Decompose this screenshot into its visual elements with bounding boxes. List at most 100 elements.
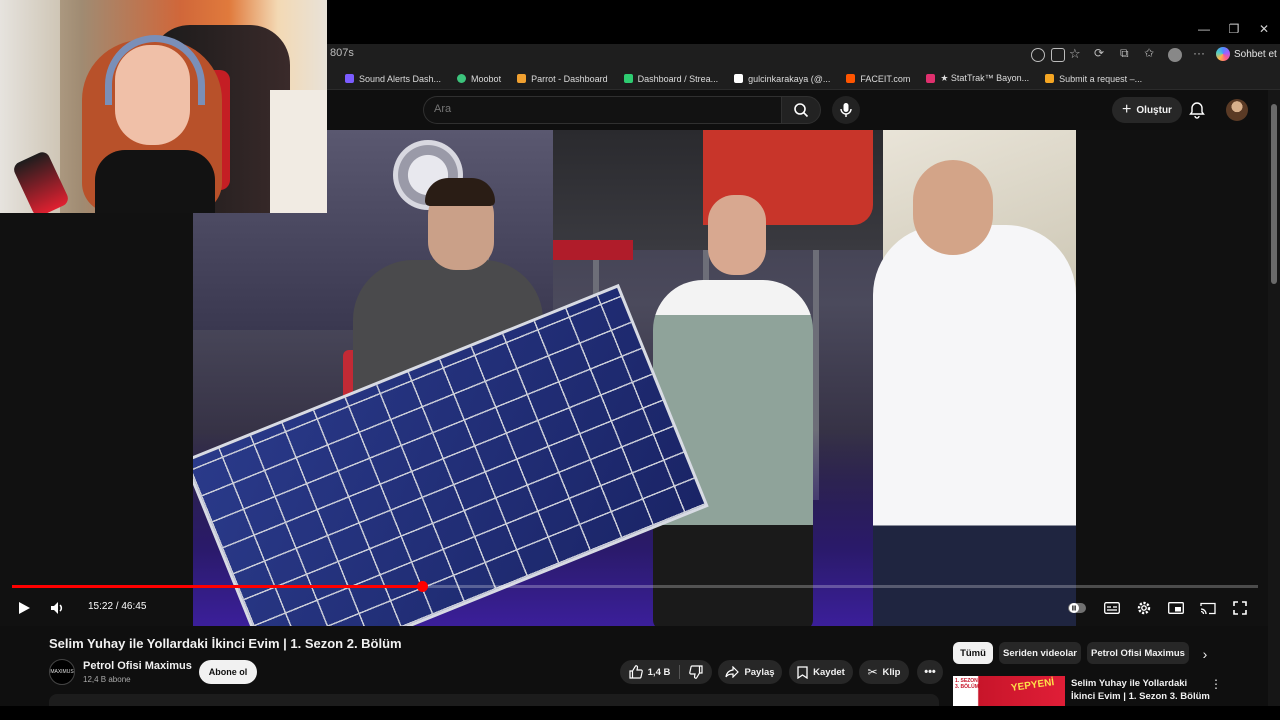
bookmark-icon <box>797 665 808 679</box>
subscribe-button[interactable]: Abone ol <box>199 660 257 684</box>
channel-avatar[interactable]: MAXIMUS <box>49 659 75 685</box>
star-icon[interactable]: ☆ <box>1069 46 1081 62</box>
chip-channel[interactable]: Petrol Ofisi Maximus <box>1087 642 1189 664</box>
dislike-button[interactable] <box>689 665 703 679</box>
autoplay-toggle[interactable] <box>1066 597 1088 619</box>
bookmark-label: gulcinkarakaya (@... <box>748 73 831 84</box>
progress-scrubber[interactable] <box>417 581 428 592</box>
address-bar[interactable] <box>327 44 1280 68</box>
bookmark-label: Submit a request –... <box>1059 73 1143 84</box>
autoplay-icon <box>1068 603 1086 613</box>
streamer-shirt <box>95 150 215 213</box>
volume-icon <box>51 602 63 614</box>
cast-button[interactable] <box>1197 597 1219 619</box>
account-avatar[interactable] <box>1226 99 1248 121</box>
more-actions-button[interactable]: ••• <box>917 660 943 684</box>
chip-series-videos[interactable]: Seriden videolar <box>999 642 1081 664</box>
notifications-bell-icon[interactable] <box>1188 101 1206 119</box>
bookmark-item[interactable]: FACEIT.com <box>846 74 910 84</box>
webcam-overlay <box>0 0 327 213</box>
recommendation-title[interactable]: Selim Yuhay ile Yollardaki İkinci Evim |… <box>1071 677 1211 703</box>
close-icon[interactable]: ✕ <box>1255 20 1273 38</box>
bookmark-favicon-icon <box>1045 74 1055 83</box>
channel-avatar-text: MAXIMUS <box>50 669 74 675</box>
copilot-icon <box>1216 47 1230 61</box>
like-dislike-group: 1,4 B <box>620 660 712 684</box>
favorites-icon[interactable]: ✩ <box>1144 46 1154 60</box>
bookmark-item[interactable]: gulcinkarakaya (@... <box>734 74 830 84</box>
clip-button[interactable]: ✂ Klip <box>859 660 909 684</box>
extensions-icon[interactable]: ⟳ <box>1094 46 1104 60</box>
fullscreen-icon <box>1233 601 1247 615</box>
chip-all[interactable]: Tümü <box>953 642 993 664</box>
faceit-icon <box>846 74 856 83</box>
settings-button[interactable] <box>1133 597 1155 619</box>
recommendation-thumbnail[interactable]: 1. SEZON 3. BÖLÜM YEPYENİ <box>953 676 1065 706</box>
play-button[interactable] <box>13 597 35 619</box>
thumb-tag: YEPYENİ <box>1010 677 1055 694</box>
bottom-edge <box>0 706 1280 720</box>
bookmark-item[interactable]: ★ StatTrak™ Bayon... <box>926 73 1029 84</box>
clip-label: Klip <box>882 666 901 678</box>
bookmark-item[interactable]: Parrot - Dashboard <box>517 74 608 84</box>
create-button[interactable]: + Oluştur <box>1112 97 1182 123</box>
bookmark-item[interactable]: Submit a request –... <box>1045 74 1142 84</box>
search-input[interactable] <box>434 103 764 115</box>
bookmark-item[interactable]: Moobot <box>457 74 501 84</box>
progress-bar-fill <box>12 585 422 588</box>
scissors-icon: ✂ <box>867 665 878 679</box>
save-label: Kaydet <box>813 666 845 678</box>
split-screen-icon[interactable]: ⧉ <box>1120 46 1129 61</box>
voice-search-button[interactable] <box>832 96 860 124</box>
address-text[interactable]: 807s <box>330 47 354 59</box>
search-icon <box>794 103 809 118</box>
plus-icon: + <box>1122 101 1132 118</box>
bookmark-label: FACEIT.com <box>860 73 911 84</box>
fullscreen-button[interactable] <box>1229 597 1251 619</box>
thumbs-up-icon <box>629 665 643 679</box>
video-title: Selim Yuhay ile Yollardaki İkinci Evim |… <box>49 636 402 651</box>
subtitles-button[interactable] <box>1101 597 1123 619</box>
microphone-icon <box>840 103 852 117</box>
channel-name[interactable]: Petrol Ofisi Maximus <box>83 660 192 672</box>
translate-icon[interactable] <box>1031 48 1045 62</box>
drawer-unit <box>270 90 327 213</box>
bookmark-favicon-icon <box>457 74 467 83</box>
restore-icon[interactable]: ❐ <box>1225 20 1243 38</box>
copilot-chat-button[interactable]: Sohbet et <box>1216 47 1277 61</box>
share-button[interactable]: Paylaş <box>718 660 782 684</box>
more-vertical-icon[interactable]: ⋮ <box>1209 677 1223 693</box>
person-bald-head <box>913 160 993 255</box>
person-face <box>708 195 766 275</box>
scrollbar-thumb[interactable] <box>1271 104 1277 284</box>
search-box[interactable] <box>423 96 781 124</box>
bookmark-label: Parrot - Dashboard <box>531 73 608 84</box>
profile-icon[interactable] <box>1168 48 1182 62</box>
share-icon <box>725 666 740 678</box>
person-white-shirt <box>873 225 1076 626</box>
thumbs-down-icon <box>689 665 703 679</box>
more-icon[interactable]: ··· <box>1193 46 1205 60</box>
person-hair <box>425 178 495 206</box>
bookmark-item[interactable]: Dashboard / Strea... <box>623 74 718 84</box>
volume-button[interactable] <box>47 597 69 619</box>
save-button[interactable]: Kaydet <box>789 660 853 684</box>
bookmark-label: Sound Alerts Dash... <box>359 73 442 84</box>
bookmark-label: Moobot <box>471 73 502 84</box>
miniplayer-button[interactable] <box>1165 597 1187 619</box>
bookmark-favicon-icon <box>345 74 354 83</box>
apps-icon[interactable] <box>1051 48 1065 62</box>
bookmark-item[interactable]: Sound Alerts Dash... <box>345 74 441 84</box>
bookmarks-bar: Sound Alerts Dash... Moobot Parrot - Das… <box>327 68 1280 90</box>
chevron-right-icon[interactable]: › <box>1196 645 1214 663</box>
bookmark-favicon-icon <box>623 74 633 83</box>
like-button[interactable]: 1,4 B <box>629 665 670 679</box>
description-box-edge[interactable] <box>49 694 939 706</box>
bookmark-label: ★ StatTrak™ Bayon... <box>940 73 1030 83</box>
search-button[interactable] <box>781 96 821 124</box>
tiktok-icon <box>734 74 744 83</box>
miniplayer-icon <box>1168 602 1184 614</box>
share-label: Paylaş <box>744 666 775 678</box>
bookmark-favicon-icon <box>517 74 527 83</box>
minimize-icon[interactable]: — <box>1195 20 1213 38</box>
